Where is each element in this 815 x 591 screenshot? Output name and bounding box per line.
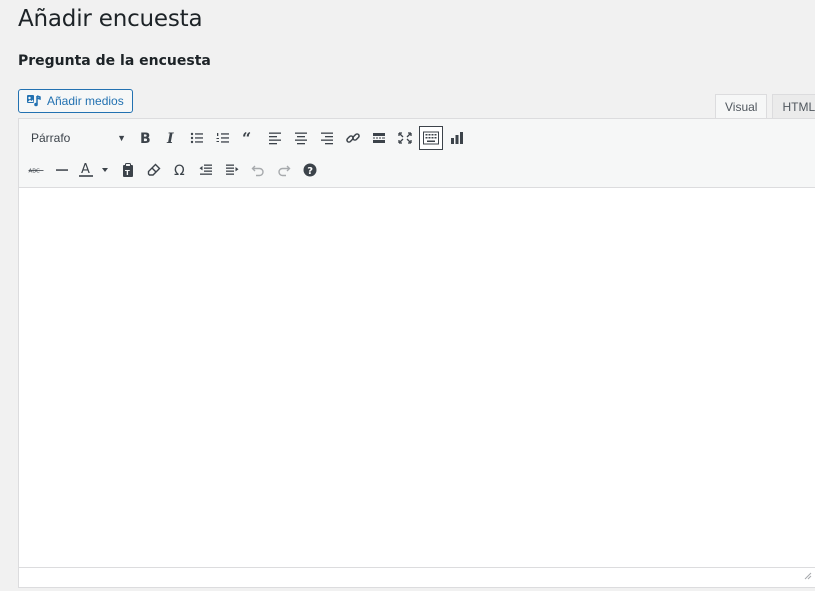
strikethrough-button[interactable]: ABC <box>24 158 48 182</box>
help-button[interactable]: ? <box>298 158 322 182</box>
toolbar-toggle-button[interactable] <box>419 126 443 150</box>
section-title: Pregunta de la encuesta <box>18 53 211 69</box>
tab-html[interactable]: HTML <box>772 94 815 118</box>
resize-handle-icon[interactable] <box>802 567 812 585</box>
svg-text:“: “ <box>242 130 251 146</box>
svg-text:A: A <box>81 162 90 177</box>
svg-text:T: T <box>125 169 130 177</box>
editor-statusbar <box>19 567 815 587</box>
svg-text:?: ? <box>307 166 313 177</box>
add-media-button[interactable]: Añadir medios <box>18 89 133 113</box>
clear-formatting-button[interactable] <box>142 158 166 182</box>
insert-poll-button[interactable] <box>445 126 469 150</box>
svg-text:ABC: ABC <box>29 169 40 175</box>
bold-button[interactable]: B <box>133 126 157 150</box>
read-more-button[interactable] <box>367 126 391 150</box>
blockquote-button[interactable]: “ <box>237 126 261 150</box>
page-title: Añadir encuesta <box>18 6 203 32</box>
undo-button[interactable] <box>246 158 270 182</box>
align-right-button[interactable] <box>315 126 339 150</box>
special-character-button[interactable]: Ω <box>168 158 192 182</box>
tab-visual[interactable]: Visual <box>715 94 768 118</box>
svg-text:B: B <box>140 131 151 146</box>
content-editor: Párrafo ▼ B I “ ABC A T Ω ? <box>18 118 815 588</box>
align-center-button[interactable] <box>289 126 313 150</box>
toolbar-row-1: Párrafo ▼ B I “ <box>19 123 470 153</box>
paste-as-text-button[interactable]: T <box>116 158 140 182</box>
fullscreen-button[interactable] <box>393 126 417 150</box>
insert-link-button[interactable] <box>341 126 365 150</box>
indent-button[interactable] <box>220 158 244 182</box>
format-select-value: Párrafo <box>31 131 71 145</box>
bulleted-list-button[interactable] <box>185 126 209 150</box>
svg-text:Ω: Ω <box>174 163 185 178</box>
numbered-list-button[interactable] <box>211 126 235 150</box>
add-media-icon <box>26 94 42 108</box>
format-select[interactable]: Párrafo ▼ <box>24 125 132 151</box>
add-media-label: Añadir medios <box>47 94 124 108</box>
outdent-button[interactable] <box>194 158 218 182</box>
editor-content-area[interactable] <box>19 188 815 568</box>
chevron-down-icon: ▼ <box>117 133 126 143</box>
italic-button[interactable]: I <box>159 126 183 150</box>
editor-toolbar: Párrafo ▼ B I “ ABC A T Ω ? <box>19 119 815 188</box>
text-color-button[interactable]: A <box>76 158 114 182</box>
horizontal-line-button[interactable] <box>50 158 74 182</box>
redo-button[interactable] <box>272 158 296 182</box>
align-left-button[interactable] <box>263 126 287 150</box>
svg-text:I: I <box>166 131 174 146</box>
toolbar-row-2: ABC A T Ω ? <box>19 155 323 185</box>
